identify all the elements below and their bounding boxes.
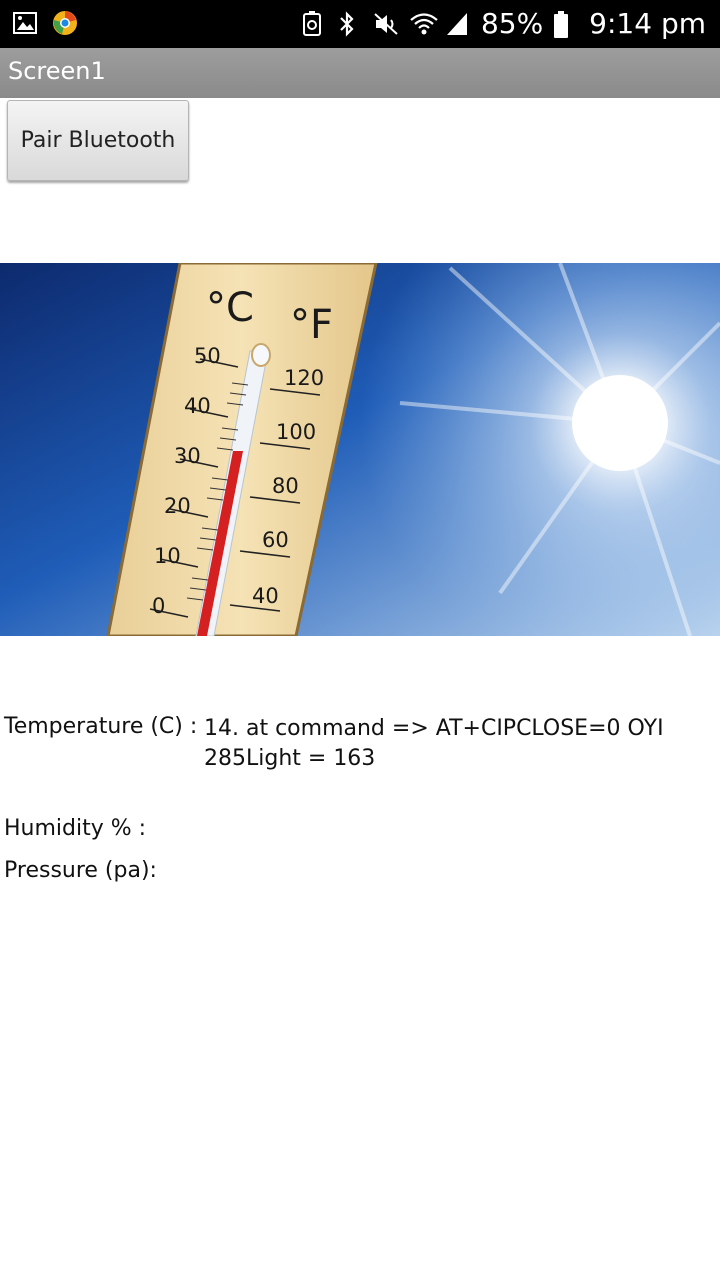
celsius-tick: 10 [154, 544, 181, 568]
bluetooth-icon [337, 11, 363, 37]
fahrenheit-tick: 40 [252, 584, 279, 608]
temperature-value-line: 285Light = 163 [204, 746, 376, 771]
wifi-icon [409, 11, 438, 37]
celsius-tick: 40 [184, 394, 211, 418]
fahrenheit-tick: 120 [284, 366, 324, 390]
pair-bluetooth-button[interactable]: Pair Bluetooth [7, 100, 189, 181]
image-icon [12, 10, 38, 36]
celsius-tick: 0 [152, 594, 165, 618]
celsius-tick: 20 [164, 494, 191, 518]
status-bar: 85% 9:14 pm [0, 0, 720, 48]
celsius-tick: 30 [174, 444, 201, 468]
fahrenheit-tick: 60 [262, 528, 289, 552]
pressure-label: Pressure (pa): [4, 858, 157, 883]
fahrenheit-tick: 80 [272, 474, 299, 498]
celsius-tick: 50 [194, 344, 221, 368]
celsius-label: °C [206, 285, 254, 331]
fahrenheit-tick: 100 [276, 420, 316, 444]
temperature-label: Temperature (C) : [4, 714, 198, 739]
humidity-label: Humidity % : [4, 816, 147, 841]
screen-title: Screen1 [8, 57, 106, 85]
signal-icon [445, 11, 471, 37]
battery-percent: 85% [480, 7, 544, 40]
temperature-value-line: 14. at command => AT+CIPCLOSE=0 OYI [204, 716, 664, 741]
battery-saver-icon [301, 11, 327, 37]
mute-icon [373, 11, 399, 37]
chrome-icon [52, 10, 78, 36]
fahrenheit-label: °F [290, 302, 333, 348]
title-bar: Screen1 [0, 48, 720, 98]
temperature-value: 14. at command => AT+CIPCLOSE=0 OYI 285L… [204, 714, 704, 774]
battery-icon [553, 11, 579, 38]
clock: 9:14 pm [589, 7, 706, 40]
thermometer-image: °C °F 50 40 30 20 10 0 120 100 80 60 40 [0, 263, 720, 636]
